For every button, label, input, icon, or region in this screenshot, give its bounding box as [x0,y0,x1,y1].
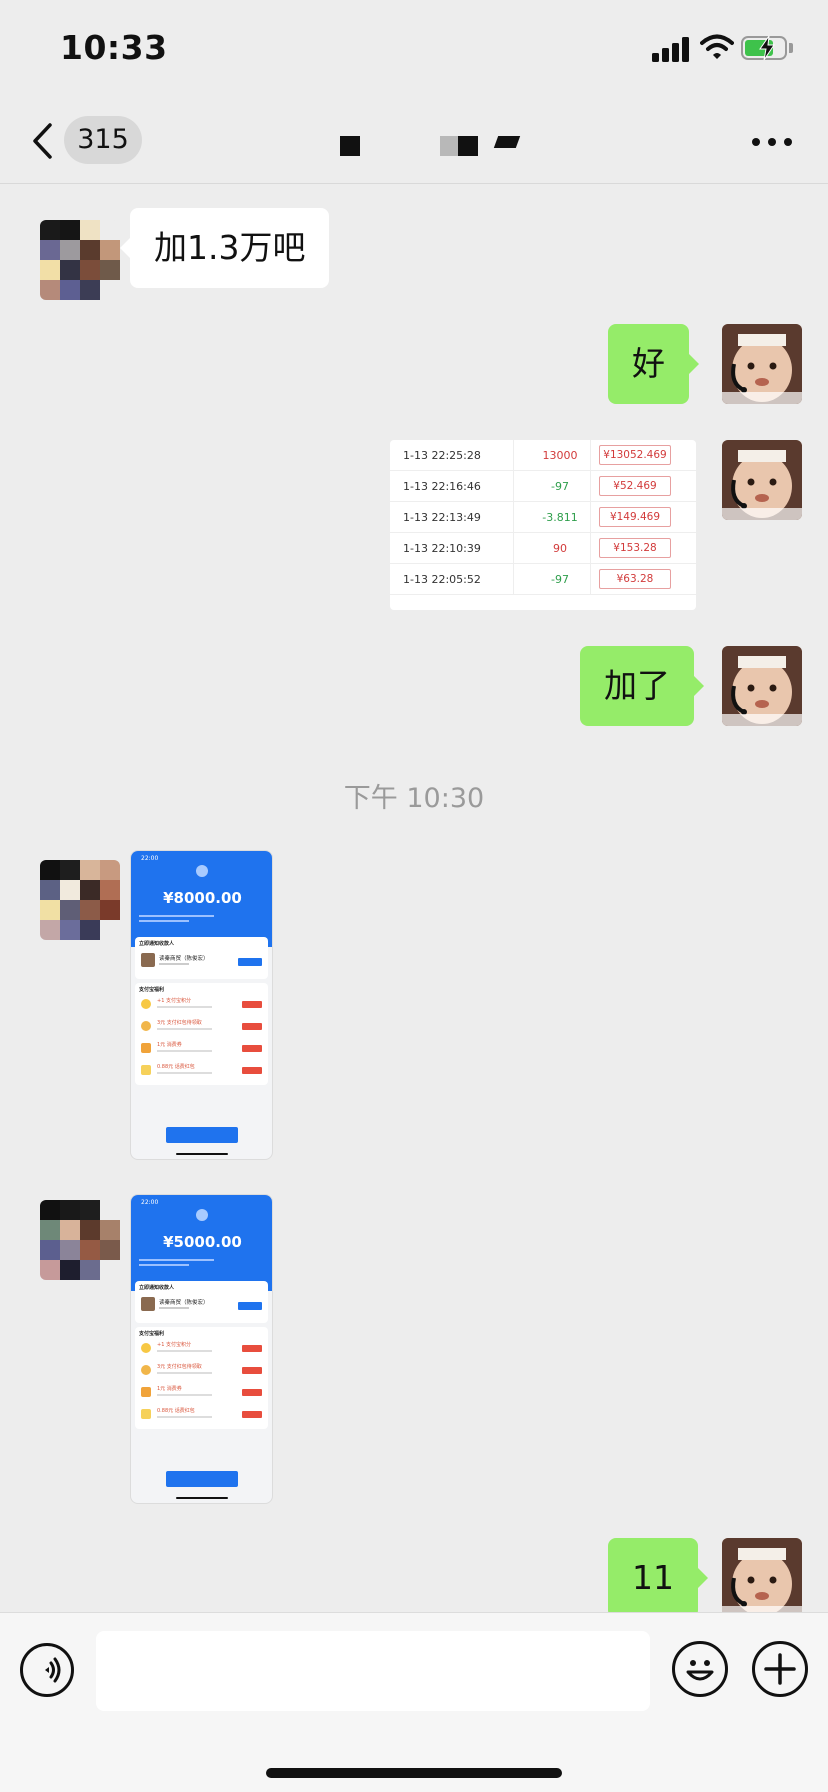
receipt-status-time: 22:00 [141,855,159,862]
merchant-avatar [141,1297,155,1311]
message-bubble-incoming[interactable]: 加1.3万吧 [119,208,330,288]
receipt-amount: ¥8000.00 [163,889,242,907]
done-button [166,1127,238,1143]
chat-title-redacted-4 [493,136,521,148]
emoji-icon[interactable] [672,1641,728,1697]
perk-text: 3元 支付红包待领取 [157,1020,202,1026]
tx-balance: ¥63.28 [599,569,671,589]
self-avatar[interactable] [722,1538,802,1618]
wifi-icon [700,34,734,59]
table-row: 1-13 22:10:39 90 ¥153.28 [390,533,696,564]
chat-title-redacted [340,136,360,156]
contact-avatar[interactable] [40,860,120,940]
signal-icon [652,36,692,62]
self-avatar[interactable] [722,324,802,404]
status-time: 10:33 [60,28,168,67]
unread-count-badge[interactable]: 315 [64,116,142,164]
tx-time: 1-13 22:05:52 [403,573,481,586]
transaction-screenshot-image[interactable]: 1-13 22:25:28 13000 ¥13052.469 1-13 22:1… [390,440,696,610]
tx-time: 1-13 22:10:39 [403,542,481,555]
perk-text: 3元 支付红包待领取 [157,1364,202,1370]
perk-text: +1 支付宝积分 [157,1342,191,1348]
message-bubble-outgoing[interactable]: 好 [608,324,699,404]
tx-balance: ¥13052.469 [599,445,671,465]
tx-time: 1-13 22:25:28 [403,449,481,462]
payment-receipt-image[interactable]: 22:00 ¥8000.00 立即通知收款人 读秦商贸（陈俊宏） 支付宝福利 +… [130,850,273,1160]
perk-text: 0.88元 话费红包 [157,1064,195,1070]
alipay-logo-icon [196,1209,208,1221]
notify-button [238,1302,262,1310]
perks-card: 支付宝福利 +1 支付宝积分 3元 支付红包待领取 1元 消费券 0.88元 话… [135,1327,268,1429]
back-icon[interactable] [30,122,54,160]
perks-card: 支付宝福利 +1 支付宝积分 3元 支付红包待领取 1元 消费券 0.88元 话… [135,983,268,1085]
table-row: 1-13 22:25:28 13000 ¥13052.469 [390,440,696,471]
alipay-logo-icon [196,865,208,877]
done-button [166,1471,238,1487]
payment-receipt-image[interactable]: 22:00 ¥5000.00 立即通知收款人 读秦商贸（陈俊宏） 支付宝福利 +… [130,1194,273,1504]
time-divider: 下午 10:30 [343,783,485,814]
plus-icon[interactable] [752,1641,808,1697]
chat-title-redacted-3 [458,136,478,156]
tx-time: 1-13 22:16:46 [403,480,481,493]
merchant-avatar [141,953,155,967]
contact-avatar[interactable] [40,220,120,300]
tx-balance: ¥153.28 [599,538,671,558]
card-title: 立即通知收款人 [139,1285,175,1291]
self-avatar[interactable] [722,646,802,726]
chat-header: 315 [0,100,828,184]
tx-amount: -97 [551,480,569,493]
chat-input-bar [0,1612,828,1792]
message-bubble-outgoing[interactable]: 11 [608,1538,708,1618]
contact-avatar[interactable] [40,1200,120,1280]
receipt-amount: ¥5000.00 [163,1233,242,1251]
perk-text: 0.88元 话费红包 [157,1408,195,1414]
tx-amount: -3.811 [542,511,578,524]
tx-balance: ¥52.469 [599,476,671,496]
status-bar: 10:33 [0,0,828,100]
merchant-name: 读秦商贸（陈俊宏） [159,1300,209,1306]
message-bubble-outgoing[interactable]: 加了 [580,646,704,726]
perks-title: 支付宝福利 [139,1331,165,1337]
chat-title-redacted-2 [440,136,458,156]
notify-button [238,958,262,966]
perks-title: 支付宝福利 [139,987,165,993]
voice-icon[interactable] [20,1643,74,1697]
self-avatar[interactable] [722,440,802,520]
merchant-name: 读秦商贸（陈俊宏） [159,956,209,962]
notify-card: 立即通知收款人 读秦商贸（陈俊宏） [135,1281,268,1323]
table-row: 1-13 22:16:46 -97 ¥52.469 [390,471,696,502]
perk-text: 1元 消费券 [157,1042,182,1048]
tx-amount: -97 [551,573,569,586]
notify-card: 立即通知收款人 读秦商贸（陈俊宏） [135,937,268,979]
more-icon[interactable] [752,138,792,148]
tx-balance: ¥149.469 [599,507,671,527]
message-input[interactable] [96,1631,650,1711]
table-row: 1-13 22:05:52 -97 ¥63.28 [390,564,696,595]
battery-icon [741,36,787,60]
battery-cap [789,43,793,53]
card-title: 立即通知收款人 [139,941,175,947]
home-indicator[interactable] [266,1768,562,1778]
perk-text: 1元 消费券 [157,1386,182,1392]
perk-text: +1 支付宝积分 [157,998,191,1004]
tx-amount: 13000 [542,449,578,462]
tx-time: 1-13 22:13:49 [403,511,481,524]
receipt-status-time: 22:00 [141,1199,159,1206]
tx-amount: 90 [553,542,567,555]
table-row: 1-13 22:13:49 -3.811 ¥149.469 [390,502,696,533]
